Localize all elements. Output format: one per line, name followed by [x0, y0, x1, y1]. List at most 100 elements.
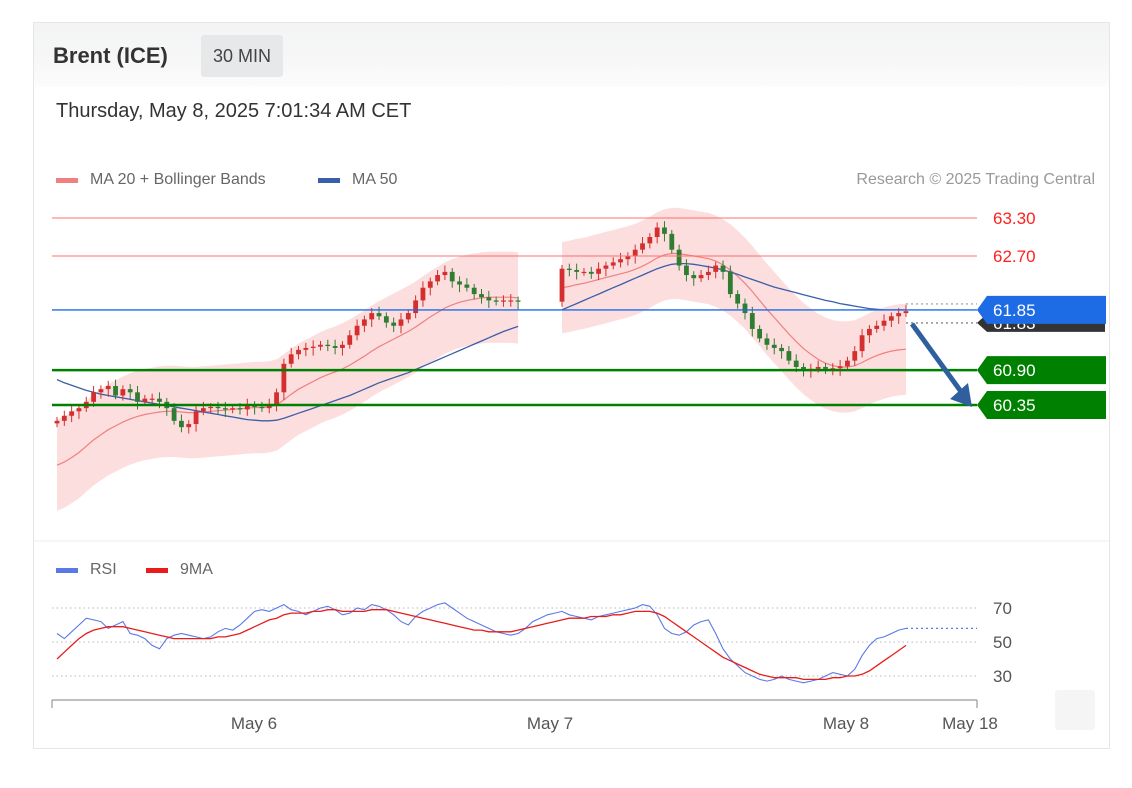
candle-body: [684, 265, 689, 276]
candle-body: [705, 271, 711, 276]
candle-body: [237, 408, 243, 410]
candle-body: [464, 284, 470, 288]
candle-body: [427, 281, 433, 288]
candle-body: [713, 265, 719, 272]
candle-body: [903, 311, 909, 314]
candle-body: [413, 300, 419, 314]
candle-body: [662, 227, 667, 234]
candle-body: [120, 389, 126, 396]
candle-body: [281, 363, 287, 393]
candle-body: [405, 313, 411, 320]
candle-body: [347, 335, 353, 345]
candle-body: [442, 271, 448, 276]
candle-body: [369, 313, 375, 320]
rsi-tick-50: 50: [993, 633, 1012, 652]
candle-body: [435, 275, 440, 282]
candle-body: [815, 366, 821, 369]
candle-body: [757, 328, 763, 339]
x-tick-label: May 18: [942, 714, 998, 733]
candle-body: [310, 346, 316, 348]
candle-body: [764, 338, 770, 345]
candle-body: [896, 313, 902, 317]
rsi-tick-30: 30: [993, 667, 1012, 686]
candle-body: [654, 227, 660, 238]
candle-body: [449, 271, 455, 282]
candle-body: [845, 360, 850, 367]
x-tick-label: May 6: [231, 714, 277, 733]
candle-body: [457, 281, 462, 285]
x-tick-label: May 7: [527, 714, 573, 733]
candle-body: [420, 287, 426, 301]
candle-body: [786, 351, 792, 361]
candle-body: [91, 392, 96, 402]
candle-body: [603, 265, 609, 269]
rsi-ma-line: [56, 609, 907, 681]
candle-body: [735, 294, 741, 304]
candle-body: [142, 398, 148, 402]
candle-body: [676, 249, 682, 266]
resistance-label: 62.70: [993, 247, 1036, 266]
candle-body: [501, 300, 506, 302]
candle-body: [618, 259, 623, 263]
candle-body: [230, 408, 236, 410]
candle-body: [727, 271, 733, 295]
candle-body: [193, 411, 199, 425]
forecast-arrow-shaft: [909, 322, 965, 395]
support-price-label: 60.90: [993, 361, 1036, 380]
candle-body: [471, 287, 477, 295]
candle-body: [837, 366, 843, 369]
pivot-price-label: 61.85: [993, 301, 1036, 320]
candle-body: [867, 328, 872, 336]
rsi-line: [56, 602, 907, 684]
candle-body: [486, 297, 492, 301]
candle-body: [632, 249, 638, 257]
candle-body: [479, 294, 484, 298]
candle-body: [69, 411, 75, 416]
candle-body: [779, 347, 784, 352]
candle-body: [171, 408, 177, 421]
candle-body: [215, 406, 221, 409]
candle-body: [354, 325, 360, 336]
candle-body: [640, 243, 645, 250]
candle-body: [61, 415, 67, 421]
candle-body: [859, 335, 865, 352]
candle-body: [610, 262, 616, 266]
candle-body: [318, 344, 323, 347]
candle-body: [669, 233, 675, 250]
candle-body: [332, 346, 338, 348]
candle-body: [179, 420, 184, 428]
candle-body: [157, 398, 162, 402]
price-chart[interactable]: 63.3062.7061.8361.8560.9060.35 705030 Ma…: [0, 0, 1132, 788]
candle-body: [691, 275, 697, 279]
candle-body: [398, 319, 404, 326]
candle-body: [698, 275, 704, 279]
candle-body: [288, 354, 294, 364]
candle-body: [515, 300, 521, 302]
candle-body: [888, 316, 894, 321]
candle-body: [200, 408, 206, 412]
candle-body: [54, 420, 60, 424]
scroll-corner-button[interactable]: [1055, 690, 1095, 730]
candle-body: [647, 237, 653, 244]
candle-body: [208, 406, 214, 409]
candle-body: [186, 424, 192, 428]
candle-body: [149, 398, 155, 400]
rsi-tick-70: 70: [993, 599, 1012, 618]
candle-body: [566, 268, 572, 270]
candle-body: [274, 392, 279, 405]
candle-body: [742, 303, 748, 314]
candle-body: [749, 313, 755, 329]
candle-body: [391, 322, 397, 326]
candle-body: [105, 385, 111, 390]
forecast-arrow-head: [950, 383, 972, 407]
candle-body: [852, 351, 858, 361]
candle-body: [376, 313, 382, 317]
resistance-label: 63.30: [993, 209, 1036, 228]
candle-body: [325, 344, 331, 347]
x-tick-label: May 8: [823, 714, 869, 733]
support-price-label: 60.35: [993, 396, 1036, 415]
candle-body: [259, 406, 265, 409]
candle-body: [874, 325, 880, 329]
candle-body: [581, 271, 587, 274]
bollinger-band-0: [57, 251, 519, 511]
